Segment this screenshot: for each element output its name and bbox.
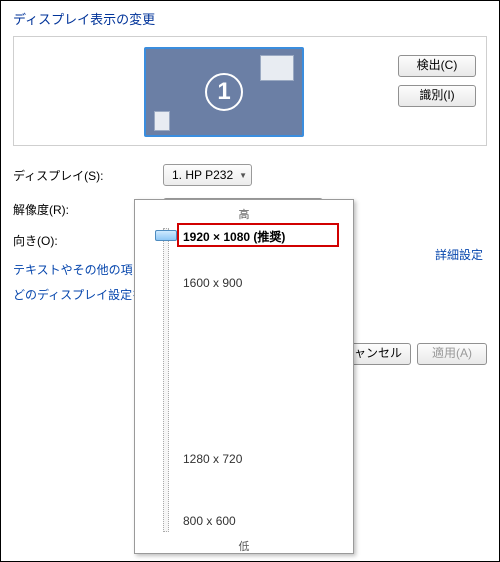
monitor-number-badge: 1 [205,73,243,111]
display-preview-panel: 1 検出(C) 識別(I) [13,36,487,146]
detect-button[interactable]: 検出(C) [398,55,476,77]
resolution-option-recommended[interactable]: 1920 × 1080 (推奨) [183,228,285,245]
identify-button[interactable]: 識別(I) [398,85,476,107]
resolution-slider-thumb[interactable] [155,230,177,241]
slider-low-label: 低 [143,538,345,554]
resolution-option[interactable]: 1280 x 720 [183,452,242,466]
display-dropdown[interactable]: 1. HP P232 ▼ [163,164,252,186]
resolution-flyout: 高 1920 × 1080 (推奨) 1600 x 900 1280 x 720… [134,199,354,554]
monitor-preview[interactable]: 1 [144,47,304,137]
resolution-option[interactable]: 800 x 600 [183,514,236,528]
slider-high-label: 高 [143,206,345,222]
preview-page-icon [154,111,170,131]
display-label: ディスプレイ(S): [13,167,163,184]
page-heading: ディスプレイ表示の変更 [13,9,487,28]
chevron-down-icon: ▼ [239,171,247,180]
advanced-settings-link[interactable]: 詳細設定 [435,246,483,263]
resolution-option[interactable]: 1600 x 900 [183,276,242,290]
apply-button: 適用(A) [417,343,487,365]
resolution-slider-track[interactable] [163,228,169,532]
display-dropdown-value: 1. HP P232 [172,168,233,182]
preview-window-icon [260,55,294,81]
